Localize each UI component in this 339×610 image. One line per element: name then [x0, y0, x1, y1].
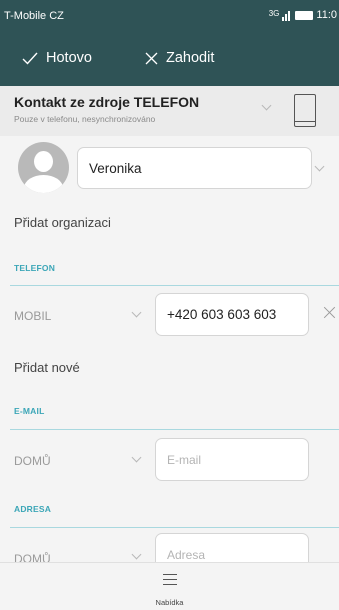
- email-type-selector[interactable]: DOMŮ: [14, 454, 51, 468]
- discard-button[interactable]: Zahodit: [145, 50, 214, 66]
- bottom-menu-bar[interactable]: Nabídka: [0, 562, 339, 610]
- avatar-head-shape: [34, 151, 53, 172]
- network-type: 3G: [268, 8, 280, 18]
- menu-label: Nabídka: [155, 598, 184, 607]
- name-input[interactable]: Veronika: [77, 147, 312, 189]
- phone-type-selector[interactable]: MOBIL: [14, 309, 51, 323]
- name-expand-chevron-icon[interactable]: [314, 161, 325, 172]
- carrier-name: T-Mobile CZ: [4, 10, 64, 22]
- section-divider: [10, 527, 339, 528]
- account-source-title: Kontakt ze zdroje TELEFON: [14, 94, 200, 110]
- account-source-selector[interactable]: Kontakt ze zdroje TELEFON Pouze v telefo…: [0, 86, 339, 136]
- discard-label: Zahodit: [166, 50, 215, 66]
- address-section-header: ADRESA: [14, 504, 52, 514]
- contact-photo[interactable]: [18, 142, 69, 193]
- avatar-body-shape: [24, 175, 63, 193]
- email-input[interactable]: E-mail: [155, 438, 309, 481]
- chevron-down-icon: [261, 100, 272, 111]
- done-label: Hotovo: [46, 50, 92, 66]
- account-source-subtitle: Pouze v telefonu, nesynchronizováno: [14, 114, 156, 124]
- remove-phone-icon[interactable]: [322, 305, 336, 319]
- done-button[interactable]: Hotovo: [22, 50, 92, 66]
- email-type-chevron-icon[interactable]: [131, 452, 142, 463]
- phone-input[interactable]: +420 603 603 603: [155, 293, 309, 336]
- check-icon: [22, 52, 38, 65]
- battery-icon: [295, 10, 314, 20]
- menu-icon: [163, 574, 177, 586]
- action-bar: Hotovo Zahodit: [0, 34, 339, 86]
- add-new-phone-link[interactable]: Přidat nové: [14, 360, 80, 375]
- email-section-header: E-MAIL: [14, 406, 45, 416]
- signal-icon: [282, 10, 291, 21]
- section-divider: [10, 429, 339, 430]
- phone-device-icon: [294, 94, 316, 127]
- section-divider: [10, 285, 339, 286]
- status-bar: T-Mobile CZ 3G 11:0: [0, 0, 339, 34]
- phone-type-chevron-icon[interactable]: [131, 307, 142, 318]
- phone-section-header: TELEFON: [14, 263, 56, 273]
- add-organization-link[interactable]: Přidat organizaci: [14, 215, 111, 230]
- clock: 11:0: [316, 9, 337, 21]
- address-type-chevron-icon[interactable]: [131, 549, 142, 560]
- close-icon: [145, 52, 158, 64]
- status-icons: 3G 11:0: [268, 8, 337, 22]
